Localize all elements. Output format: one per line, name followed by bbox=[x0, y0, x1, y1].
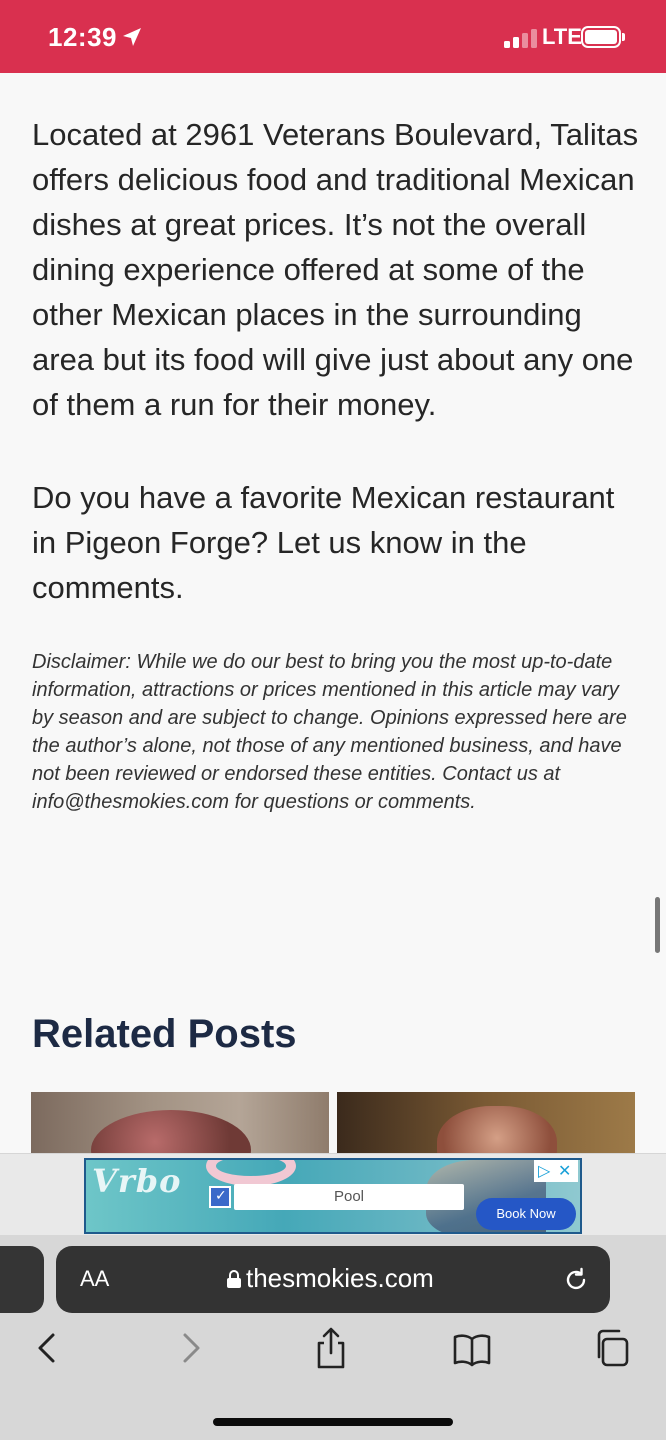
ad-strip: Vrbo Pool Book Now ▷ ✕ bbox=[0, 1153, 666, 1235]
vrbo-ad-banner[interactable]: Vrbo Pool Book Now ▷ ✕ bbox=[84, 1158, 582, 1234]
pool-float-image bbox=[206, 1160, 296, 1186]
home-indicator[interactable] bbox=[213, 1418, 453, 1426]
bookmarks-icon[interactable] bbox=[452, 1323, 492, 1373]
url-text: thesmokies.com bbox=[246, 1263, 434, 1293]
ad-choices[interactable]: ▷ ✕ bbox=[534, 1160, 578, 1182]
network-type: LTE bbox=[542, 24, 582, 49]
related-post-thumbnail[interactable] bbox=[31, 1092, 329, 1154]
article-paragraph: Do you have a favorite Mexican restauran… bbox=[32, 480, 615, 605]
url-display[interactable]: thesmokies.com bbox=[226, 1263, 434, 1294]
vrbo-logo: Vrbo bbox=[92, 1162, 182, 1200]
ad-checkbox[interactable] bbox=[209, 1186, 231, 1208]
article-paragraph: Located at 2961 Veterans Boulevard, Tali… bbox=[32, 117, 639, 422]
ad-search-field[interactable]: Pool bbox=[234, 1184, 464, 1210]
text-size-button[interactable]: AA bbox=[80, 1266, 109, 1292]
forward-icon[interactable] bbox=[170, 1323, 210, 1373]
tabs-icon[interactable] bbox=[593, 1323, 633, 1373]
book-now-button[interactable]: Book Now bbox=[476, 1198, 576, 1230]
lock-icon bbox=[227, 1269, 241, 1288]
share-icon[interactable] bbox=[311, 1323, 351, 1373]
reload-icon[interactable] bbox=[562, 1266, 590, 1294]
cellular-signal-icon bbox=[504, 28, 538, 48]
disclaimer-text: Disclaimer: While we do our best to brin… bbox=[32, 651, 627, 813]
previous-tab-preview[interactable] bbox=[0, 1246, 44, 1313]
related-posts-heading: Related Posts bbox=[32, 1012, 297, 1056]
article-body: Located at 2961 Veterans Boulevard, Tali… bbox=[32, 112, 642, 816]
close-ad-icon[interactable]: ✕ bbox=[558, 1161, 571, 1180]
address-bar[interactable]: AA thesmokies.com bbox=[56, 1246, 610, 1313]
location-arrow-icon bbox=[123, 28, 141, 46]
browser-nav-row bbox=[0, 1323, 666, 1383]
back-icon[interactable] bbox=[28, 1323, 68, 1373]
status-bar: 12:39 LTE bbox=[0, 0, 666, 73]
ad-choices-icon[interactable]: ▷ bbox=[538, 1161, 550, 1180]
scroll-indicator[interactable] bbox=[655, 897, 660, 953]
status-time: 12:39 bbox=[48, 22, 117, 52]
related-post-thumbnail[interactable] bbox=[337, 1092, 635, 1154]
battery-icon bbox=[581, 26, 625, 48]
browser-toolbar: AA thesmokies.com bbox=[0, 1235, 666, 1440]
